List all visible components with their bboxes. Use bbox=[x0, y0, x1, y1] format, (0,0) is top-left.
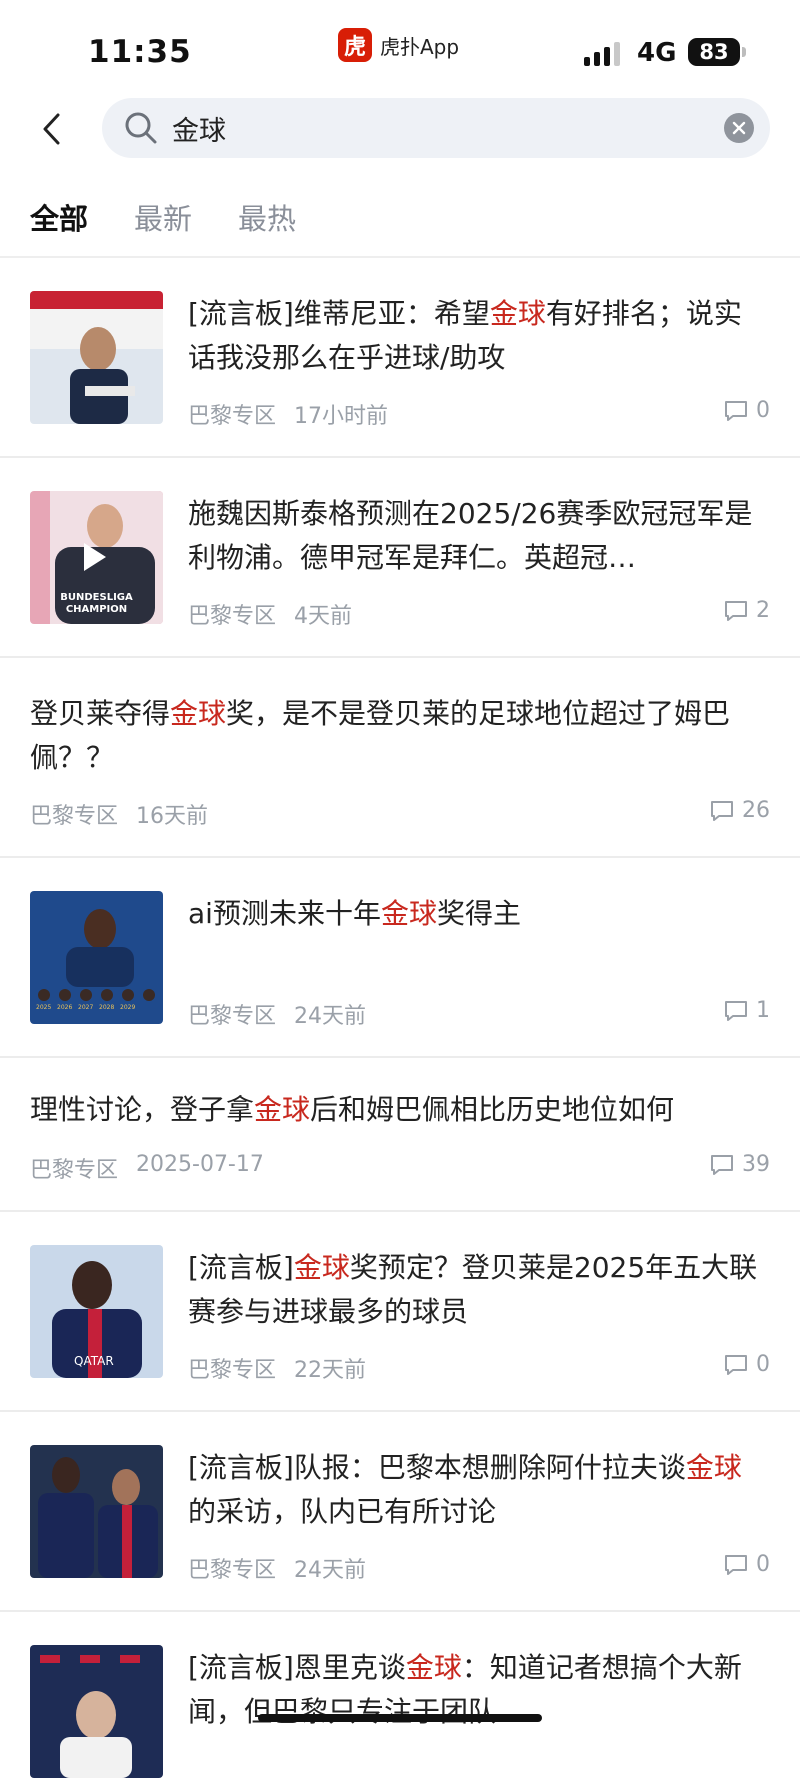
thumbnail-image: QATAR bbox=[30, 1245, 163, 1378]
tab-hottest[interactable]: 最热 bbox=[238, 196, 296, 238]
thumbnail-image bbox=[30, 291, 163, 424]
item-meta: 巴黎专区 2025-07-17 bbox=[30, 1152, 264, 1184]
item-meta: 巴黎专区 24天前 bbox=[188, 1552, 366, 1584]
post-time: 16天前 bbox=[136, 804, 209, 829]
comment-count: 0 bbox=[724, 1352, 770, 1377]
item-title: ai预测未来十年金球奖得主 bbox=[188, 897, 521, 930]
comment-count: 0 bbox=[724, 1552, 770, 1577]
post-time: 2025-07-17 bbox=[136, 1152, 264, 1177]
status-bar: 11:35 虎 虎扑App 4G 83 bbox=[0, 0, 800, 92]
play-icon bbox=[84, 543, 106, 571]
search-box[interactable] bbox=[102, 98, 770, 158]
back-button[interactable] bbox=[36, 110, 66, 148]
board-name: 巴黎专区 bbox=[188, 404, 277, 429]
chevron-left-icon bbox=[43, 113, 60, 145]
list-item[interactable]: QATAR [流言板]金球奖预定？登贝莱是2025年五大联赛参与进球最多的球员 … bbox=[0, 1212, 800, 1412]
thumbnail-caption: BUNDESLIGA CHAMPION bbox=[60, 592, 133, 615]
comment-count: 2 bbox=[724, 598, 770, 623]
item-meta: 巴黎专区 4天前 bbox=[188, 598, 352, 630]
item-title: 施魏因斯泰格预测在2025/26赛季欧冠冠军是利物浦。德甲冠军是拜仁。英超冠… bbox=[188, 497, 753, 574]
list-item[interactable]: 理性讨论，登子拿金球后和姆巴佩相比历史地位如何 巴黎专区 2025-07-17 3… bbox=[0, 1058, 800, 1212]
post-time: 4天前 bbox=[294, 604, 353, 629]
list-item[interactable]: BUNDESLIGA CHAMPION 施魏因斯泰格预测在2025/26赛季欧冠… bbox=[0, 458, 800, 658]
comment-icon bbox=[711, 800, 733, 821]
item-title: [流言板]维蒂尼亚：希望金球有好排名；说实话我没那么在乎进球/助攻 bbox=[188, 297, 742, 374]
search-icon bbox=[125, 112, 157, 144]
board-name: 巴黎专区 bbox=[30, 804, 119, 829]
comment-count: 39 bbox=[710, 1152, 770, 1177]
comment-icon bbox=[725, 400, 747, 421]
board-name: 巴黎专区 bbox=[30, 1158, 119, 1183]
signal-strength-icon bbox=[584, 40, 620, 66]
tab-latest[interactable]: 最新 bbox=[134, 196, 192, 238]
thumbnail-image bbox=[30, 1645, 163, 1778]
svg-text:2026: 2026 bbox=[57, 1004, 72, 1011]
post-time: 24天前 bbox=[294, 1004, 367, 1029]
board-name: 巴黎专区 bbox=[188, 1004, 277, 1029]
board-name: 巴黎专区 bbox=[188, 1358, 277, 1383]
clear-icon[interactable] bbox=[724, 113, 754, 143]
list-item[interactable]: 2025 2026 2027 2028 2029 ai预测未来十年金球奖得主 巴黎专区 2… bbox=[0, 858, 800, 1058]
battery-tip bbox=[742, 47, 746, 57]
status-time: 11:35 bbox=[88, 34, 192, 70]
tab-all[interactable]: 全部 bbox=[30, 196, 88, 238]
hupu-logo-icon: 虎 bbox=[338, 28, 372, 62]
item-meta: 巴黎专区 17小时前 bbox=[188, 398, 388, 430]
app-badge: 虎 虎扑App bbox=[338, 28, 459, 62]
post-time: 22天前 bbox=[294, 1358, 367, 1383]
item-title: [流言板]队报：巴黎本想删除阿什拉夫谈金球的采访，队内已有所讨论 bbox=[188, 1451, 742, 1528]
home-indicator[interactable] bbox=[258, 1714, 542, 1722]
comment-icon bbox=[711, 1154, 733, 1175]
board-name: 巴黎专区 bbox=[188, 604, 277, 629]
item-meta: 巴黎专区 16天前 bbox=[30, 798, 208, 830]
svg-text:QATAR: QATAR bbox=[74, 1354, 114, 1368]
comment-icon bbox=[725, 1354, 747, 1375]
thumbnail-image: 2025 2026 2027 2028 2029 bbox=[30, 891, 163, 1024]
battery-icon: 83 bbox=[688, 38, 740, 66]
network-type: 4G bbox=[637, 38, 677, 68]
item-title: [流言板]金球奖预定？登贝莱是2025年五大联赛参与进球最多的球员 bbox=[188, 1251, 758, 1328]
comment-icon bbox=[725, 600, 747, 621]
thumbnail-image bbox=[30, 1445, 163, 1578]
item-title: 登贝莱夺得金球奖，是不是登贝莱的足球地位超过了姆巴佩？？ bbox=[30, 697, 731, 774]
list-item[interactable]: 登贝莱夺得金球奖，是不是登贝莱的足球地位超过了姆巴佩？？ 巴黎专区 16天前 26 bbox=[0, 658, 800, 858]
app-name: 虎扑App bbox=[380, 34, 460, 59]
svg-text:2029: 2029 bbox=[120, 1004, 135, 1011]
search-input[interactable] bbox=[172, 110, 692, 146]
comment-count: 0 bbox=[724, 398, 770, 423]
svg-text:2027: 2027 bbox=[78, 1004, 93, 1011]
item-title: 理性讨论，登子拿金球后和姆巴佩相比历史地位如何 bbox=[30, 1093, 675, 1126]
video-thumbnail-image: BUNDESLIGA CHAMPION bbox=[30, 491, 163, 624]
post-time: 17小时前 bbox=[294, 404, 389, 429]
item-meta: 巴黎专区 22天前 bbox=[188, 1352, 366, 1384]
tab-bar: 全部 最新 最热 bbox=[30, 196, 296, 238]
comment-icon bbox=[725, 1000, 747, 1021]
svg-text:2025: 2025 bbox=[36, 1004, 51, 1011]
result-list: [流言板]维蒂尼亚：希望金球有好排名；说实话我没那么在乎进球/助攻 巴黎专区 17… bbox=[0, 258, 800, 1778]
svg-text:2028: 2028 bbox=[99, 1004, 114, 1011]
comment-count: 26 bbox=[710, 798, 770, 823]
list-item[interactable]: [流言板]队报：巴黎本想删除阿什拉夫谈金球的采访，队内已有所讨论 巴黎专区 24天… bbox=[0, 1412, 800, 1612]
item-meta: 巴黎专区 24天前 bbox=[188, 998, 366, 1030]
comment-count: 1 bbox=[724, 998, 770, 1023]
list-item[interactable]: [流言板]恩里克谈金球：知道记者想搞个大新闻，但巴黎只专注于团队 bbox=[0, 1612, 800, 1778]
board-name: 巴黎专区 bbox=[188, 1558, 277, 1583]
post-time: 24天前 bbox=[294, 1558, 367, 1583]
comment-icon bbox=[725, 1554, 747, 1575]
list-item[interactable]: [流言板]维蒂尼亚：希望金球有好排名；说实话我没那么在乎进球/助攻 巴黎专区 17… bbox=[0, 258, 800, 458]
